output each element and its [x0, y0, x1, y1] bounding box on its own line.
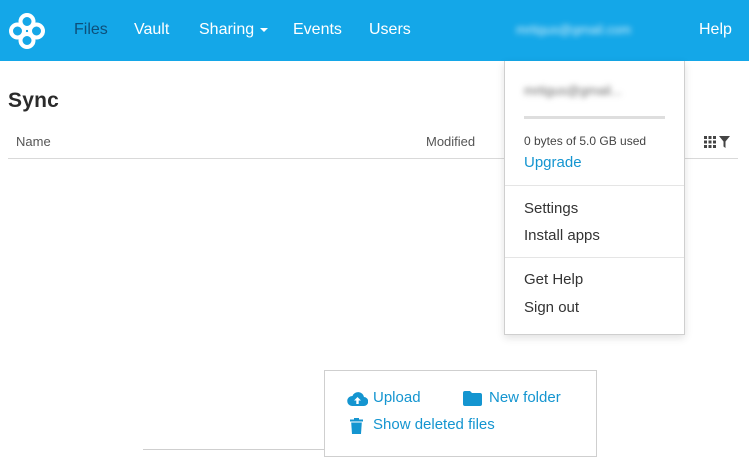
nav-help[interactable]: Help — [699, 20, 732, 40]
account-email: mrtigus@gmail... — [524, 83, 622, 98]
column-name-header[interactable]: Name — [16, 134, 51, 149]
storage-usage-text: 0 bytes of 5.0 GB used — [524, 134, 647, 148]
divider-line — [143, 449, 324, 450]
nav-files[interactable]: Files — [74, 20, 108, 40]
top-navbar: Files Vault Sharing Events Users mrtigus… — [0, 0, 749, 61]
menu-divider — [505, 257, 684, 258]
menu-item-install-apps[interactable]: Install apps — [524, 227, 600, 244]
filter-icon[interactable] — [719, 136, 730, 148]
menu-item-get-help[interactable]: Get Help — [524, 271, 583, 288]
menu-item-sign-out[interactable]: Sign out — [524, 299, 579, 316]
folder-icon — [463, 391, 482, 406]
show-deleted-label: Show deleted files — [373, 416, 495, 433]
menu-item-settings[interactable]: Settings — [524, 200, 578, 217]
upload-label: Upload — [373, 389, 421, 406]
view-controls — [704, 136, 732, 150]
upload-button[interactable]: Upload — [347, 389, 457, 409]
menu-divider — [505, 185, 684, 186]
account-dropdown-menu: mrtigus@gmail... 0 bytes of 5.0 GB used … — [504, 61, 685, 335]
nav-users[interactable]: Users — [369, 20, 411, 40]
new-folder-button[interactable]: New folder — [463, 389, 583, 409]
grid-view-icon[interactable] — [704, 136, 716, 148]
column-modified-header[interactable]: Modified — [426, 134, 475, 149]
nav-sharing-label: Sharing — [199, 21, 255, 38]
nav-events[interactable]: Events — [293, 20, 342, 40]
empty-folder-actions: Upload New folder Show deleted files — [324, 370, 597, 457]
show-deleted-files-button[interactable]: Show deleted files — [350, 416, 510, 436]
nav-sharing[interactable]: Sharing — [199, 20, 269, 40]
cloud-upload-icon — [347, 392, 368, 407]
nav-vault[interactable]: Vault — [134, 20, 169, 40]
upgrade-link[interactable]: Upgrade — [524, 154, 582, 171]
sync-logo-icon[interactable] — [8, 12, 46, 50]
page-title: Sync — [8, 89, 59, 112]
new-folder-label: New folder — [489, 389, 561, 406]
trash-icon — [350, 418, 363, 434]
caret-down-icon — [260, 27, 269, 32]
storage-usage-bar — [524, 116, 665, 119]
account-menu-toggle[interactable]: mrtigus@gmail.com — [516, 22, 672, 36]
